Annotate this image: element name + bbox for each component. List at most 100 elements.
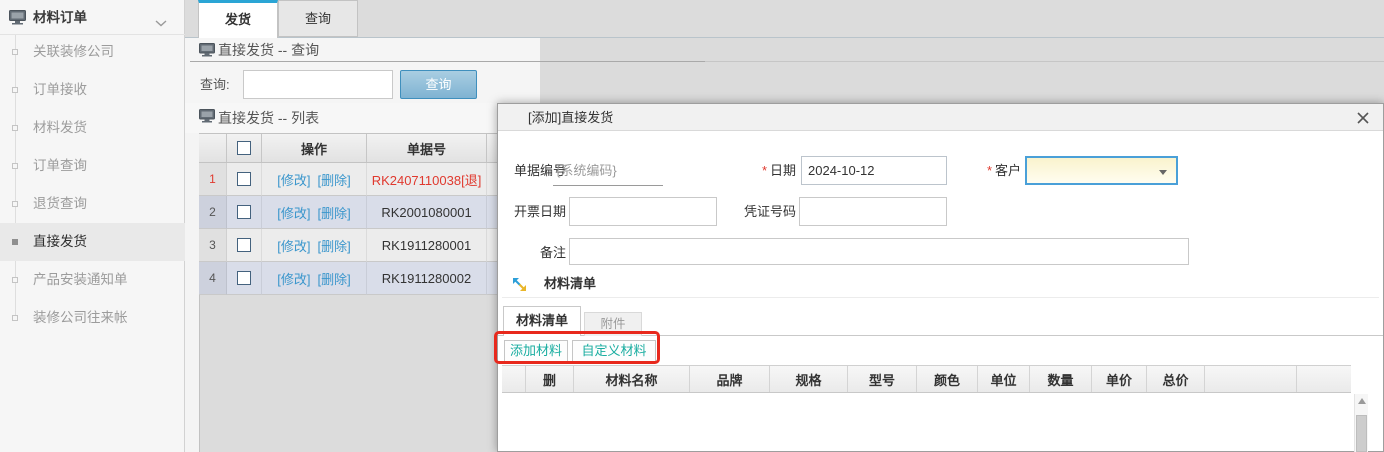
grid-header-material-name: 材料名称	[574, 366, 690, 392]
tree-node-icon	[12, 277, 18, 283]
row-number: 3	[199, 229, 227, 262]
app-window: 材料订单 关联装修公司 订单接收 材料发货 订单查询 退货查询 直接发货 产品安…	[0, 0, 1384, 452]
grid-header-brand: 品牌	[690, 366, 770, 392]
grid-header-color: 颜色	[917, 366, 978, 392]
sidebar-item-return-query[interactable]: 退货查询	[0, 185, 185, 223]
search-input[interactable]	[243, 70, 393, 99]
sidebar-menu: 关联装修公司 订单接收 材料发货 订单查询 退货查询 直接发货 产品安装通知单 …	[0, 33, 185, 337]
expand-arrows-icon[interactable]	[512, 277, 527, 295]
remark-label: 备注	[540, 238, 566, 268]
doc-number: RK1911280002	[367, 262, 487, 295]
grid-header-unit: 单位	[978, 366, 1030, 392]
grid-header-blank	[502, 366, 526, 392]
delete-link[interactable]: [删除]	[318, 170, 351, 189]
search-button[interactable]: 查询	[400, 70, 477, 99]
sidebar-item-company-account[interactable]: 装修公司往来帐	[0, 299, 185, 337]
date-label: 日期	[770, 156, 796, 186]
required-mark: *	[762, 156, 767, 186]
tab-query[interactable]: 查询	[278, 0, 358, 37]
doc-no-underline	[553, 185, 663, 186]
material-list-section-title: 材料清单	[544, 276, 596, 292]
top-tab-strip: 发货 查询	[185, 0, 1384, 38]
customer-label: 客户	[995, 156, 1021, 186]
sidebar-item-install-notice[interactable]: 产品安装通知单	[0, 261, 185, 299]
dropdown-arrow-icon	[1159, 170, 1167, 175]
tab-attachments[interactable]: 附件	[584, 312, 642, 336]
sidebar-item-order-receive[interactable]: 订单接收	[0, 71, 185, 109]
invoice-date-input[interactable]	[569, 197, 717, 226]
row-checkbox[interactable]	[237, 172, 251, 186]
search-label: 查询:	[200, 70, 230, 99]
sidebar-group-label: 材料订单	[33, 0, 87, 35]
delete-link[interactable]: [删除]	[318, 203, 351, 222]
doc-no-placeholder: {系统编码}	[556, 156, 617, 186]
doc-number: RK2407110038[退]	[367, 163, 487, 196]
doc-number: RK2001080001	[367, 196, 487, 229]
select-all-checkbox[interactable]	[237, 141, 251, 155]
date-input[interactable]	[801, 156, 947, 185]
delete-link[interactable]: [删除]	[318, 236, 351, 255]
sidebar-group-material-orders[interactable]: 材料订单	[0, 0, 185, 35]
tree-node-icon	[12, 125, 18, 131]
tab-material-list[interactable]: 材料清单	[503, 306, 581, 336]
invoice-date-label: 开票日期	[514, 197, 566, 227]
header-select-all	[227, 134, 262, 162]
breadcrumb: 直接发货 -- 查询	[218, 38, 319, 62]
grid-header-unit-price: 单价	[1092, 366, 1147, 392]
header-row-number	[199, 134, 227, 162]
monitor-icon	[199, 43, 215, 60]
add-material-button[interactable]: 添加材料	[504, 340, 568, 362]
required-mark: *	[987, 156, 992, 186]
dialog-header[interactable]: [添加]直接发货	[498, 104, 1383, 131]
tab-shipping[interactable]: 发货	[198, 0, 278, 38]
row-number: 1	[199, 163, 227, 196]
grid-header-filler	[1297, 366, 1351, 392]
grid-header-model: 型号	[848, 366, 917, 392]
header-doc-number: 单据号	[367, 134, 487, 162]
sidebar-item-related-company[interactable]: 关联装修公司	[0, 33, 185, 71]
section-divider	[502, 297, 1379, 298]
sidebar: 材料订单 关联装修公司 订单接收 材料发货 订单查询 退货查询 直接发货 产品安…	[0, 0, 185, 452]
add-direct-ship-dialog: [添加]直接发货 单据编号 {系统编码} * 日期 * 客户 开票日期 凭证号码…	[497, 103, 1384, 452]
grid-header-blank	[1205, 366, 1297, 392]
list-left-margin	[185, 133, 199, 452]
delete-link[interactable]: [删除]	[318, 269, 351, 288]
monitor-icon	[199, 109, 215, 126]
grid-header-total-price: 总价	[1147, 366, 1205, 392]
breadcrumb-divider-extension	[705, 61, 1384, 62]
voucher-no-input[interactable]	[799, 197, 947, 226]
sidebar-item-order-query[interactable]: 订单查询	[0, 147, 185, 185]
row-number: 2	[199, 196, 227, 229]
edit-link[interactable]: [修改]	[277, 236, 310, 255]
sidebar-item-material-ship[interactable]: 材料发货	[0, 109, 185, 147]
grid-header-delete: 删	[526, 366, 574, 392]
chevron-down-icon	[155, 15, 167, 30]
row-checkbox[interactable]	[237, 238, 251, 252]
tree-node-icon	[12, 201, 18, 207]
edit-link[interactable]: [修改]	[277, 269, 310, 288]
list-title: 直接发货 -- 列表	[218, 103, 319, 133]
row-number: 4	[199, 262, 227, 295]
tree-node-icon	[12, 87, 18, 93]
dialog-title: [添加]直接发货	[528, 104, 613, 131]
voucher-no-label: 凭证号码	[744, 197, 796, 227]
grid-scrollbar[interactable]	[1354, 394, 1368, 452]
doc-number: RK1911280001	[367, 229, 487, 262]
tree-node-icon	[12, 49, 18, 55]
grid-header-spec: 规格	[770, 366, 848, 392]
monitor-icon	[9, 10, 26, 28]
scroll-up-icon[interactable]	[1358, 398, 1366, 404]
custom-material-button[interactable]: 自定义材料	[572, 340, 656, 362]
scrollbar-thumb[interactable]	[1356, 415, 1367, 452]
close-icon[interactable]	[1354, 109, 1372, 127]
edit-link[interactable]: [修改]	[277, 203, 310, 222]
row-checkbox[interactable]	[237, 271, 251, 285]
remark-input[interactable]	[569, 238, 1189, 265]
customer-combobox[interactable]	[1025, 156, 1178, 185]
row-checkbox[interactable]	[237, 205, 251, 219]
material-grid-header: 删 材料名称 品牌 规格 型号 颜色 单位 数量 单价 总价	[502, 365, 1351, 393]
sidebar-item-direct-ship[interactable]: 直接发货	[0, 223, 185, 261]
tree-node-icon	[12, 239, 18, 245]
header-operations: 操作	[262, 134, 367, 162]
edit-link[interactable]: [修改]	[277, 170, 310, 189]
